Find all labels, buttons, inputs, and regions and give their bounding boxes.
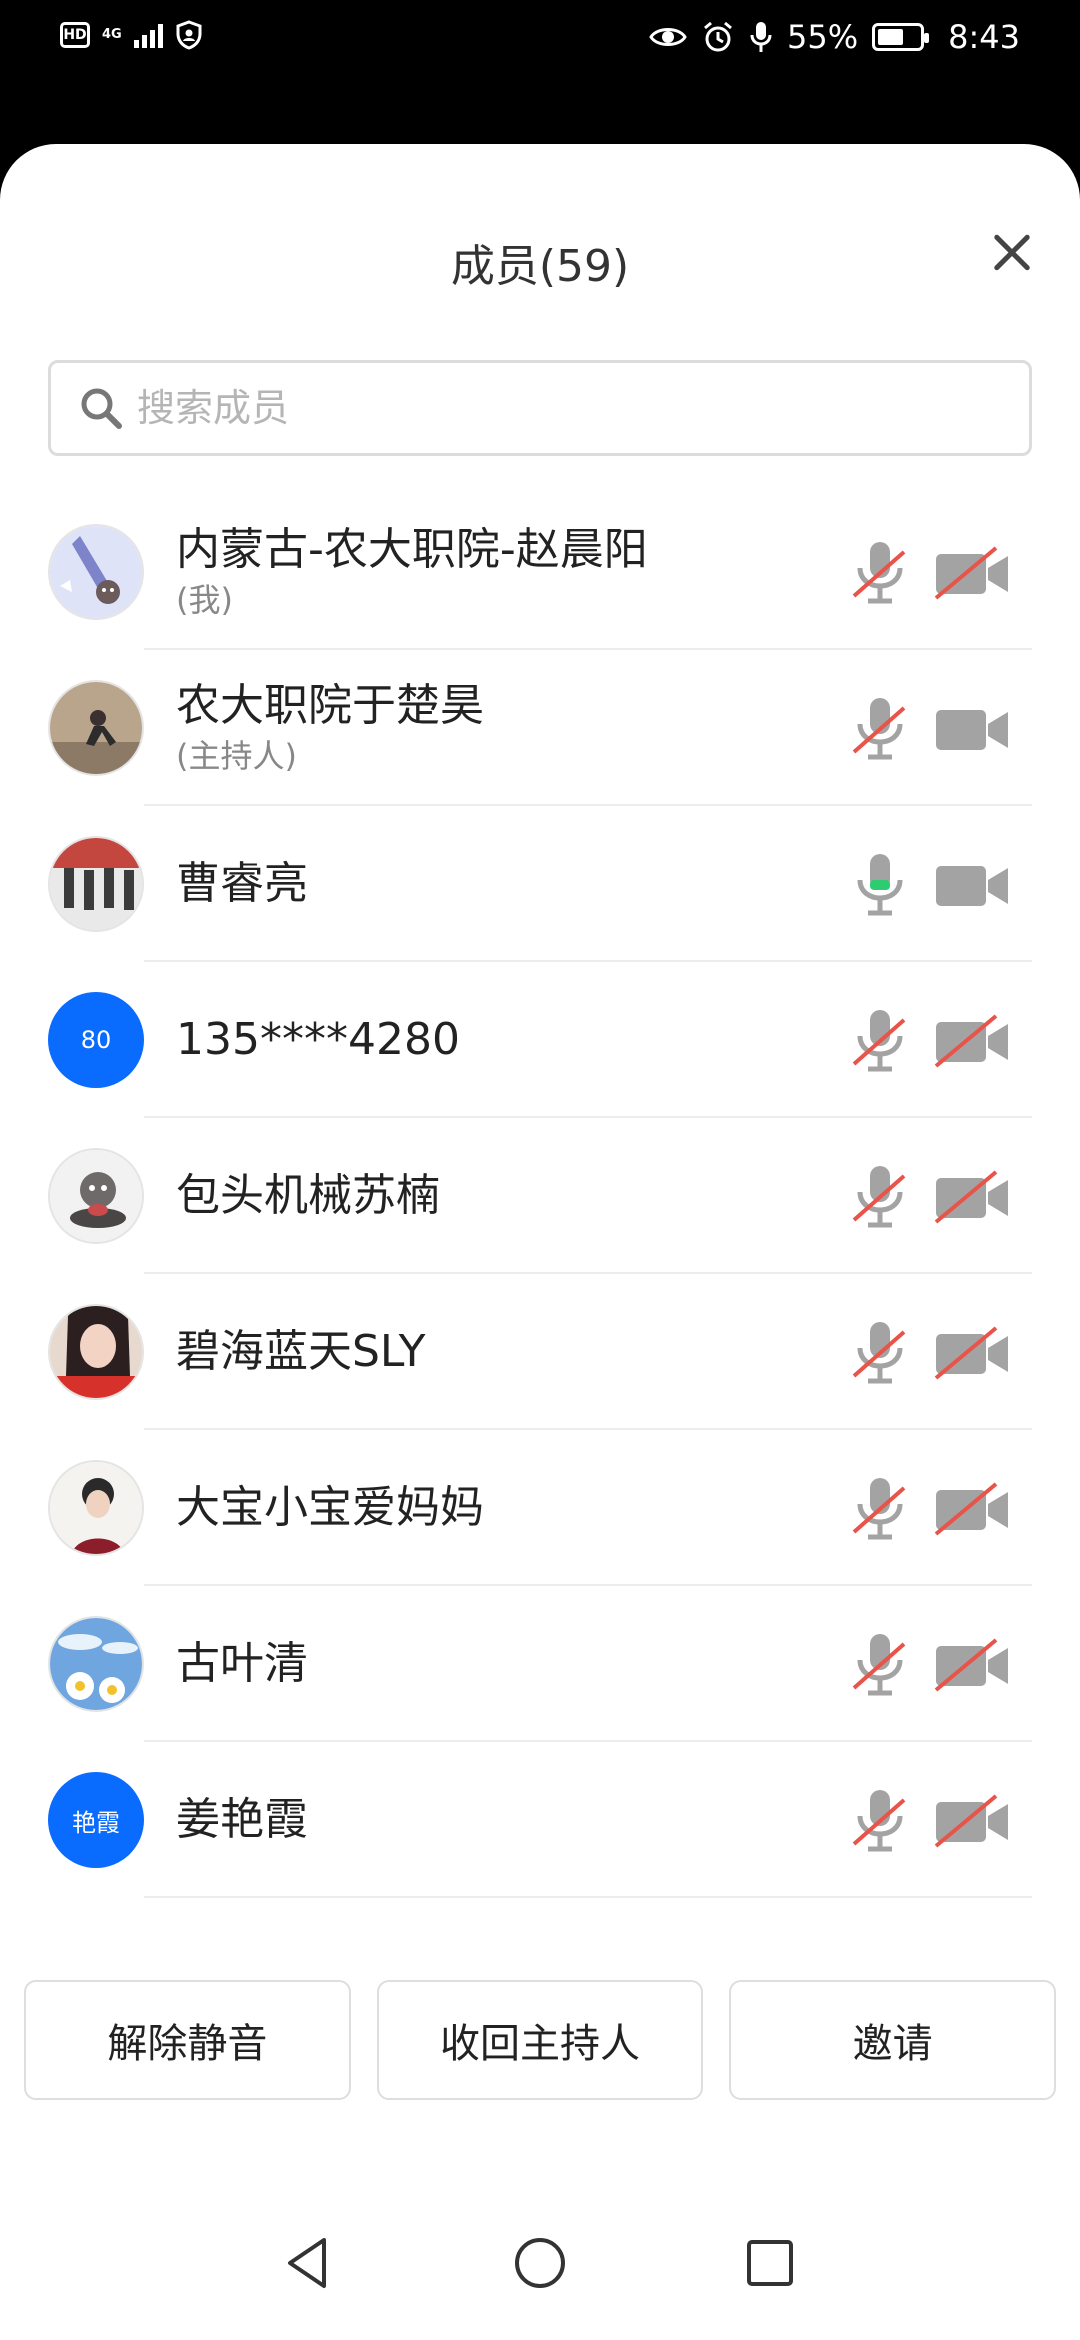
member-row[interactable]: 碧海蓝天SLY [0, 1274, 1080, 1430]
mic-active-icon[interactable] [848, 850, 912, 918]
camera-off-icon[interactable] [934, 1326, 1012, 1380]
avatar [48, 1304, 144, 1400]
mic-muted-icon[interactable] [848, 1786, 912, 1854]
search-box[interactable] [48, 360, 1032, 456]
camera-off-icon[interactable] [934, 1170, 1012, 1224]
home-icon[interactable] [505, 2228, 575, 2298]
avatar: 80 [48, 992, 144, 1088]
close-button[interactable] [980, 220, 1044, 284]
shield-icon [176, 20, 202, 50]
member-name: 大宝小宝爱妈妈 [176, 1482, 484, 1533]
member-role: (我) [176, 581, 233, 619]
action-bar: 解除静音 收回主持人 邀请 [24, 1980, 1057, 2100]
eye-icon [649, 28, 687, 46]
status-bar: HD 4G 55% 8:43 [0, 0, 1080, 100]
avatar [48, 524, 144, 620]
member-name: 包头机械苏楠 [176, 1170, 440, 1221]
member-name: 农大职院于楚昊 [176, 680, 484, 731]
member-role: (主持人) [176, 737, 297, 775]
avatar [48, 680, 144, 776]
member-row[interactable]: 内蒙古-农大职院-赵晨阳 (我) [0, 494, 1080, 650]
member-row[interactable]: 包头机械苏楠 [0, 1118, 1080, 1274]
battery-icon [872, 23, 930, 51]
camera-off-icon[interactable] [934, 1638, 1012, 1692]
camera-off-icon[interactable] [934, 546, 1012, 600]
mic-status-icon [750, 22, 772, 52]
back-icon[interactable] [274, 2228, 344, 2298]
recents-icon[interactable] [735, 2228, 805, 2298]
mic-muted-icon[interactable] [848, 1006, 912, 1074]
system-nav-bar [0, 2184, 1080, 2340]
camera-on-icon[interactable] [934, 858, 1012, 912]
member-name: 内蒙古-农大职院-赵晨阳 [176, 524, 648, 575]
camera-off-icon[interactable] [934, 1482, 1012, 1536]
alarm-icon [704, 21, 732, 52]
status-right: 55% 8:43 [649, 18, 1020, 56]
network-type: 4G [102, 27, 122, 42]
avatar [48, 836, 144, 932]
signal-icon [133, 22, 163, 48]
member-name: 135****4280 [176, 1014, 460, 1065]
search-input[interactable] [137, 386, 937, 430]
invite-button[interactable]: 邀请 [729, 1980, 1057, 2100]
mic-muted-icon[interactable] [848, 694, 912, 762]
camera-on-icon[interactable] [934, 702, 1012, 756]
member-row[interactable]: 农大职院于楚昊 (主持人) [0, 650, 1080, 806]
clock: 8:43 [948, 18, 1020, 56]
row-divider [144, 1896, 1032, 1898]
camera-off-icon[interactable] [934, 1014, 1012, 1068]
member-name: 碧海蓝天SLY [176, 1326, 426, 1377]
hd-icon: HD [60, 22, 90, 48]
members-sheet: 成员(59) 内蒙古-农大职院-赵晨阳 (我) [0, 144, 1080, 2340]
mic-muted-icon[interactable] [848, 1474, 912, 1542]
members-list: 内蒙古-农大职院-赵晨阳 (我) 农大职院于楚昊 (主持人) 曹睿亮 80 13… [0, 494, 1080, 1898]
avatar [48, 1616, 144, 1712]
mic-muted-icon[interactable] [848, 1162, 912, 1230]
search-icon [81, 388, 122, 429]
member-name: 曹睿亮 [176, 858, 308, 909]
avatar [48, 1460, 144, 1556]
member-row[interactable]: 艳霞 姜艳霞 [0, 1742, 1080, 1898]
member-name: 古叶清 [176, 1638, 308, 1689]
mic-muted-icon[interactable] [848, 1318, 912, 1386]
unmute-all-button[interactable]: 解除静音 [24, 1980, 351, 2100]
member-name: 姜艳霞 [176, 1794, 308, 1845]
battery-percent: 55% [787, 18, 859, 56]
reclaim-host-button[interactable]: 收回主持人 [376, 1980, 704, 2100]
mic-muted-icon[interactable] [848, 1630, 912, 1698]
member-row[interactable]: 古叶清 [0, 1586, 1080, 1742]
member-row[interactable]: 曹睿亮 [0, 806, 1080, 962]
member-row[interactable]: 80 135****4280 [0, 962, 1080, 1118]
sheet-title: 成员(59) [450, 241, 630, 292]
mic-muted-icon[interactable] [848, 538, 912, 606]
avatar [48, 1148, 144, 1244]
member-row[interactable]: 大宝小宝爱妈妈 [0, 1430, 1080, 1586]
status-left: HD 4G [60, 20, 203, 50]
camera-off-icon[interactable] [934, 1794, 1012, 1848]
avatar: 艳霞 [48, 1772, 144, 1868]
